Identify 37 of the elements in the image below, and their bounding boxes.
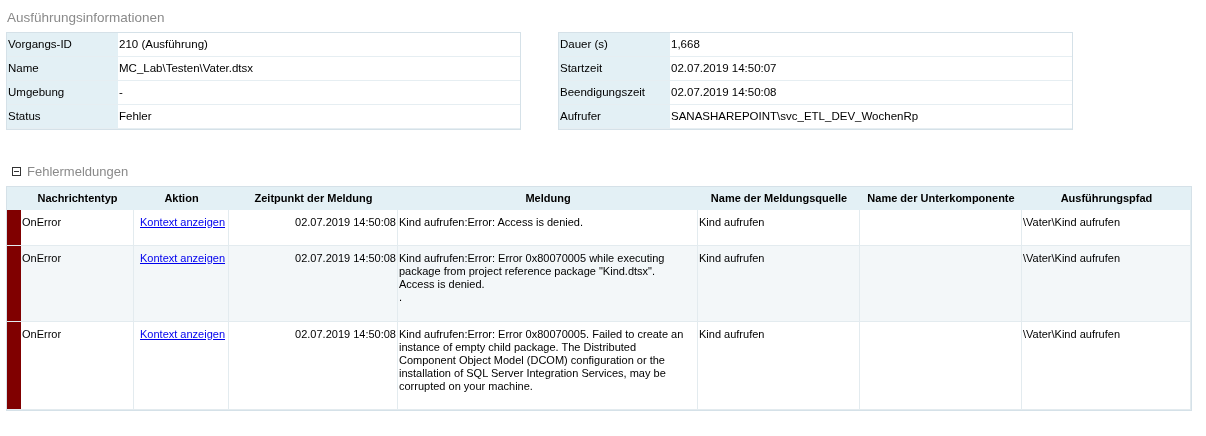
table-cell: OnError	[21, 246, 134, 322]
table-cell: OnError	[21, 210, 134, 246]
info-label: Name	[7, 57, 118, 81]
table-cell: Kind aufrufen	[698, 246, 860, 322]
column-header[interactable]: Meldung	[398, 187, 698, 210]
info-label: Vorgangs-ID	[7, 33, 118, 57]
column-header[interactable]: Name der Unterkomponente	[860, 187, 1022, 210]
collapse-toggle[interactable]	[12, 166, 21, 176]
column-header[interactable]: Ausführungspfad	[1022, 187, 1191, 210]
section-title: Ausführungsinformationen	[6, 10, 166, 27]
table-cell: Kind aufrufen	[698, 322, 860, 410]
context-link[interactable]: Kontext anzeigen	[140, 216, 225, 228]
context-link[interactable]: Kontext anzeigen	[140, 328, 225, 340]
section-title: Fehlermeldungen	[27, 163, 129, 179]
info-label: Status	[7, 105, 118, 129]
table-cell: Kind aufrufen:Error: Error 0x80070005 while executing package from project reference package "Kind.dtsx". Access is denied. .	[398, 246, 698, 322]
table-cell: Kind aufrufen:Error: Access is denied.	[398, 210, 698, 246]
context-link[interactable]: Kontext anzeigen	[140, 252, 225, 264]
column-header[interactable]: Zeitpunkt der Meldung	[229, 187, 398, 210]
info-label: Dauer (s)	[559, 33, 670, 57]
info-label: Umgebung	[7, 81, 118, 105]
column-header[interactable]: Nachrichtentyp	[21, 187, 134, 210]
column-header[interactable]: Aktion	[134, 187, 229, 210]
table-cell: 02.07.2019 14:50:08	[229, 210, 398, 246]
info-label: Aufrufer	[559, 105, 670, 129]
table-cell: 02.07.2019 14:50:08	[229, 322, 398, 410]
table-cell: 02.07.2019 14:50:08	[229, 246, 398, 322]
column-header[interactable]: Name der Meldungsquelle	[698, 187, 860, 210]
header-corner	[7, 187, 21, 210]
info-label: Startzeit	[559, 57, 670, 81]
table-cell: OnError	[21, 322, 134, 410]
info-label: Beendigungszeit	[559, 81, 670, 105]
table-cell: Kind aufrufen:Error: Error 0x80070005. Failed to create an instance of empty child package. The Distributed Component Object Model (DCOM) configuration or the installation of SQL Server Integration Services, may be corrupted on your machine.	[398, 322, 698, 410]
table-cell: \Vater\Kind aufrufen	[1022, 322, 1191, 410]
table-cell: Kind aufrufen	[698, 210, 860, 246]
table-cell: \Vater\Kind aufrufen	[1022, 210, 1191, 246]
table-cell: \Vater\Kind aufrufen	[1022, 246, 1191, 322]
